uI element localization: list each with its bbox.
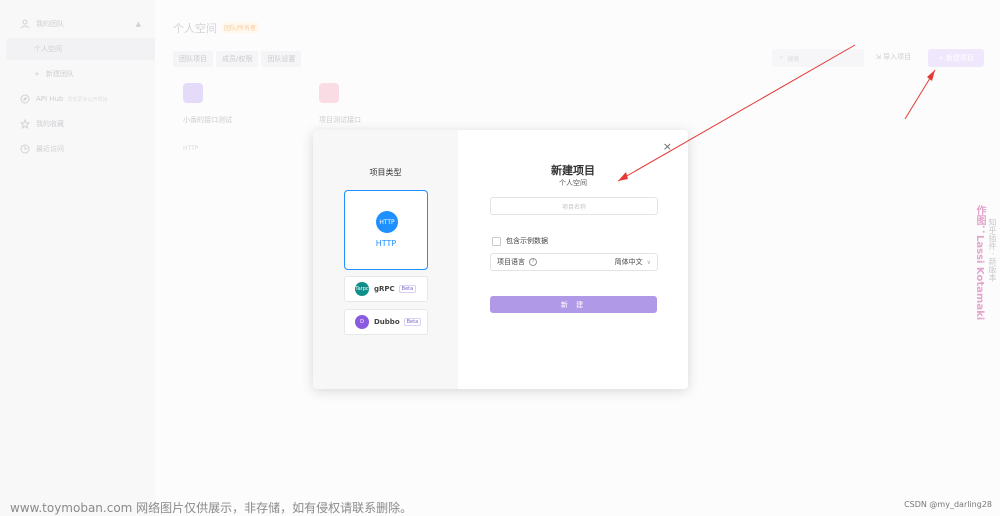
type-option-dubbo[interactable]: D Dubbo Beta xyxy=(344,309,428,335)
create-button[interactable]: 新 建 xyxy=(490,296,657,313)
modal-subtitle: 个人空间 xyxy=(559,179,587,187)
language-select[interactable]: 项目语言 ? 简体中文 ∨ xyxy=(490,253,658,271)
project-type-title: 项目类型 xyxy=(369,168,402,177)
chevron-down-icon: ∨ xyxy=(646,258,651,266)
grpc-icon: Tarpc xyxy=(355,282,369,296)
type-label: HTTP xyxy=(375,239,397,248)
project-form-panel: × 新建项目 个人空间 项目名称 包含示例数据 项目语言 ? 简体中文 ∨ 新 … xyxy=(458,130,688,389)
http-icon: HTTP xyxy=(376,211,398,233)
app-window: 我的团队 ▲ 个人空间 + 新建团队 API Hub 发现更多公开项目 我的收藏 xyxy=(0,0,1000,516)
checkbox-icon xyxy=(492,236,501,246)
project-name-input[interactable]: 项目名称 xyxy=(490,197,658,215)
type-option-http[interactable]: HTTP HTTP xyxy=(344,190,428,270)
help-icon: ? xyxy=(529,258,537,266)
beta-badge: Beta xyxy=(398,285,417,293)
csdn-watermark: CSDN @my_darling28 xyxy=(904,500,992,509)
site-watermark: www.toymoban.com 网络图片仅供展示，非存储，如有侵权请联系删除。 xyxy=(10,501,413,515)
type-label: Dubbo xyxy=(374,318,400,326)
project-type-panel: 项目类型 HTTP HTTP Tarpc gRPC Beta D Dubbo B… xyxy=(313,130,458,389)
side-watermark: 知乎插件 · 新版本 xyxy=(988,218,997,282)
language-value: 简体中文 xyxy=(614,258,643,266)
dubbo-icon: D xyxy=(355,315,369,329)
language-label: 项目语言 xyxy=(497,258,525,266)
beta-badge: Beta xyxy=(403,318,422,326)
modal-title: 新建项目 xyxy=(551,164,595,177)
checkbox-label: 包含示例数据 xyxy=(506,237,548,245)
new-project-modal: 项目类型 HTTP HTTP Tarpc gRPC Beta D Dubbo B… xyxy=(313,130,688,389)
type-option-grpc[interactable]: Tarpc gRPC Beta xyxy=(344,276,428,302)
author-watermark: 作图：Lassi Kotamaki xyxy=(974,205,985,321)
type-label: gRPC xyxy=(374,285,395,293)
close-icon[interactable]: × xyxy=(663,140,672,153)
sample-data-checkbox[interactable]: 包含示例数据 xyxy=(492,236,548,246)
